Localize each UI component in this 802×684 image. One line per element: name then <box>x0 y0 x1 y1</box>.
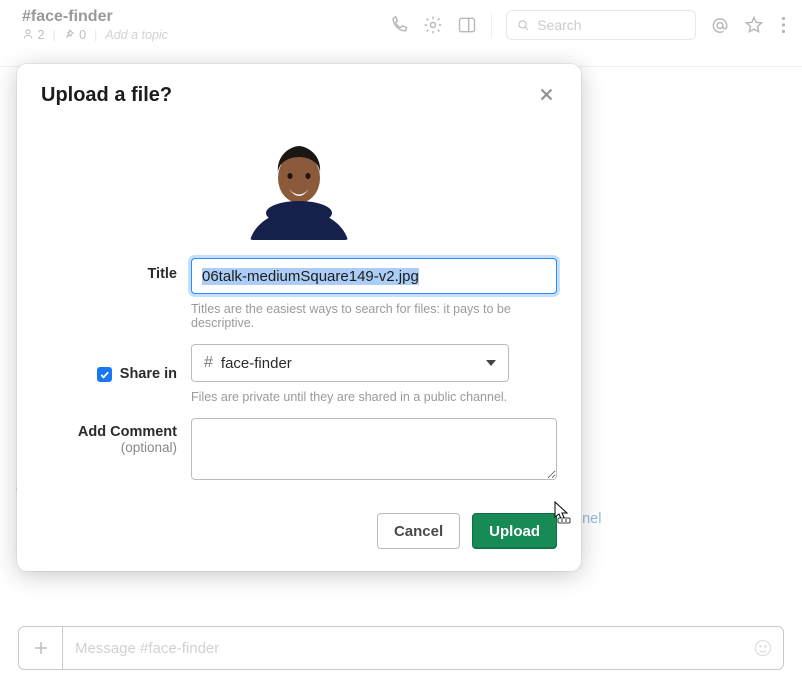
title-label: Title <box>41 258 191 330</box>
share-checkbox[interactable] <box>97 367 112 382</box>
upload-button[interactable]: Upload <box>472 513 557 549</box>
share-channel-value: face-finder <box>221 355 292 372</box>
chevron-down-icon <box>486 360 496 366</box>
cancel-button[interactable]: Cancel <box>377 513 460 549</box>
close-button[interactable] <box>536 84 557 110</box>
title-input[interactable] <box>191 258 557 294</box>
share-in-label: Share in <box>120 366 177 382</box>
upload-modal: Upload a file? Title Titles are the easi… <box>17 64 581 571</box>
share-channel-select[interactable]: # face-finder <box>191 344 509 382</box>
share-hint: Files are private until they are shared … <box>191 390 557 404</box>
check-icon <box>99 369 110 380</box>
optional-label: (optional) <box>41 440 177 455</box>
comment-textarea[interactable] <box>191 418 557 480</box>
close-icon <box>538 86 555 103</box>
modal-title: Upload a file? <box>41 84 172 107</box>
image-preview <box>249 140 349 240</box>
comment-label: Add Comment <box>41 424 177 440</box>
title-hint: Titles are the easiest ways to search fo… <box>191 302 557 330</box>
hash-icon: # <box>204 354 213 372</box>
